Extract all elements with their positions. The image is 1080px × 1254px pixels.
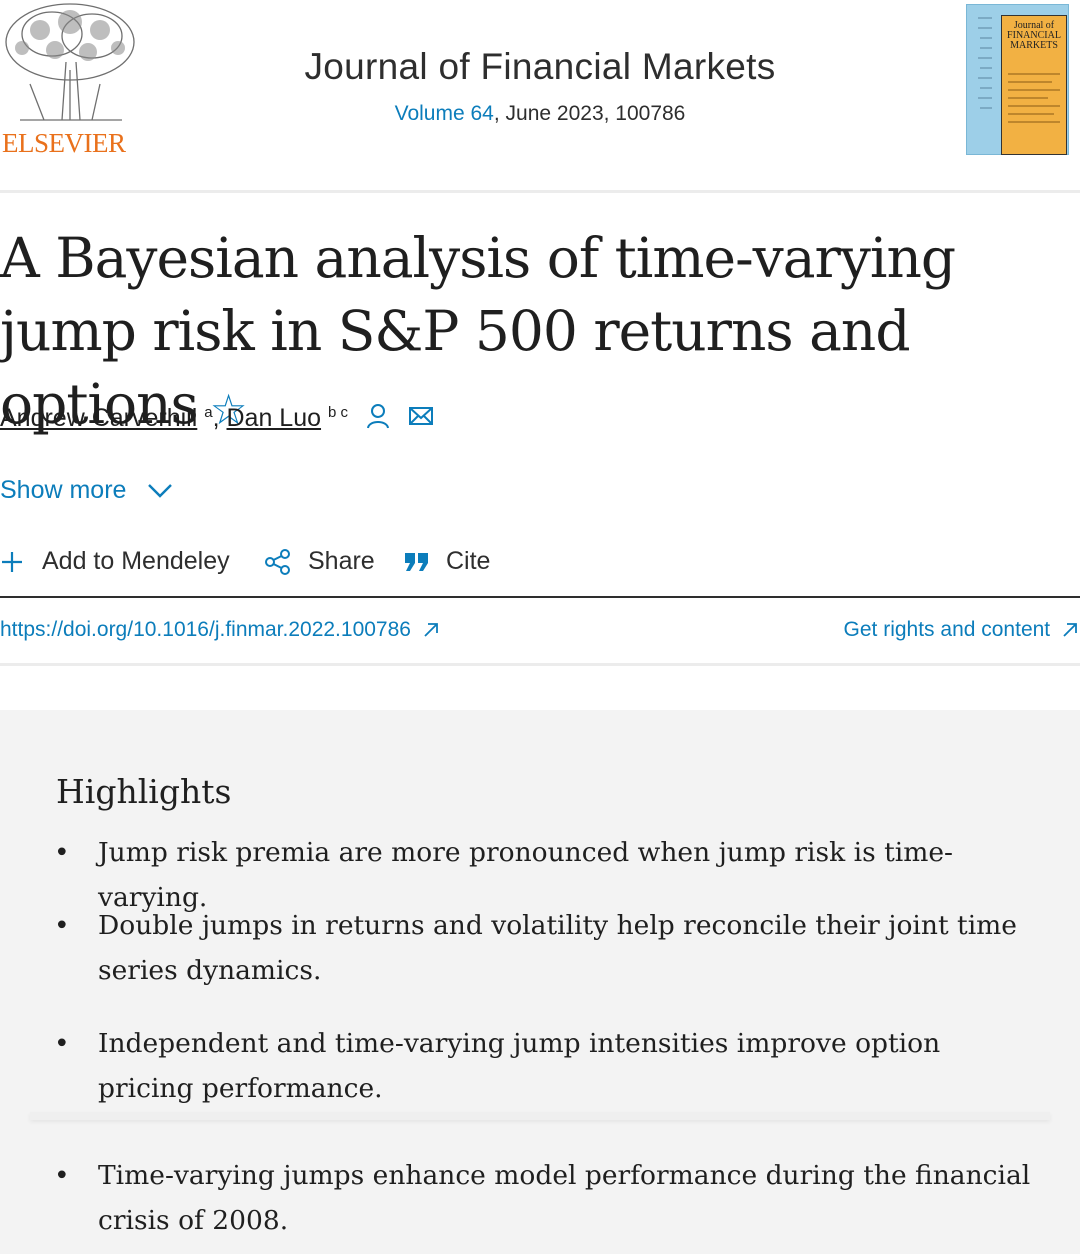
- cite-label: Cite: [446, 547, 491, 575]
- add-to-mendeley-button[interactable]: Add to Mendeley: [0, 547, 230, 576]
- person-icon[interactable]: [365, 402, 391, 437]
- header-divider: [0, 190, 1080, 193]
- section-seam: [30, 1112, 1050, 1120]
- cover-title: Journal of FINANCIAL MARKETS: [1007, 20, 1061, 51]
- highlight-item: Independent and time-varying jump intens…: [54, 1021, 1038, 1111]
- external-arrow-icon: [1063, 623, 1077, 638]
- volume-link[interactable]: Volume 64: [395, 102, 494, 125]
- author-link[interactable]: Dan Luo: [227, 404, 322, 432]
- external-arrow-icon: [424, 623, 438, 638]
- highlights-section: Highlights Jump risk premia are more pro…: [0, 710, 1080, 1254]
- plus-icon: [2, 551, 22, 572]
- author-affiliation: a: [204, 403, 213, 421]
- show-more-toggle[interactable]: Show more: [0, 476, 173, 506]
- journal-cover[interactable]: Journal of FINANCIAL MARKETS: [966, 4, 1069, 155]
- share-icon: [265, 548, 290, 575]
- chevron-down-icon: [147, 477, 173, 506]
- mendeley-label: Add to Mendeley: [42, 547, 230, 575]
- share-label: Share: [308, 547, 375, 575]
- issue-info: , June 2023, 100786: [493, 102, 686, 125]
- show-more-label: Show more: [0, 476, 127, 504]
- doi-text: https://doi.org/10.1016/j.finmar.2022.10…: [0, 618, 411, 641]
- rights-link[interactable]: Get rights and content: [844, 618, 1078, 642]
- links-divider: [0, 663, 1080, 666]
- doi-link[interactable]: https://doi.org/10.1016/j.finmar.2022.10…: [0, 618, 439, 642]
- highlights-title: Highlights: [56, 772, 232, 811]
- highlight-item: Time-varying jumps enhance model perform…: [54, 1153, 1038, 1243]
- share-button[interactable]: Share: [264, 547, 375, 576]
- cite-button[interactable]: Cite: [404, 547, 490, 576]
- journal-header: ELSEVIER Journal of Financial Markets Vo…: [0, 0, 1080, 190]
- rights-text: Get rights and content: [843, 618, 1051, 641]
- quote-icon: [405, 552, 428, 571]
- author-list: Andrew Carverhill a, Dan Luo b c: [0, 402, 434, 437]
- highlight-item: Double jumps in returns and volatility h…: [54, 903, 1038, 993]
- publisher-wordmark: ELSEVIER: [2, 128, 126, 158]
- issue-line: Volume 64, June 2023, 100786: [0, 102, 1080, 126]
- journal-title[interactable]: Journal of Financial Markets: [0, 46, 1080, 88]
- mail-icon[interactable]: [408, 405, 434, 434]
- author-affiliation: b c: [327, 403, 348, 421]
- actions-divider: [0, 596, 1080, 598]
- author-link[interactable]: Andrew Carverhill: [0, 404, 197, 432]
- author-separator: ,: [212, 404, 220, 433]
